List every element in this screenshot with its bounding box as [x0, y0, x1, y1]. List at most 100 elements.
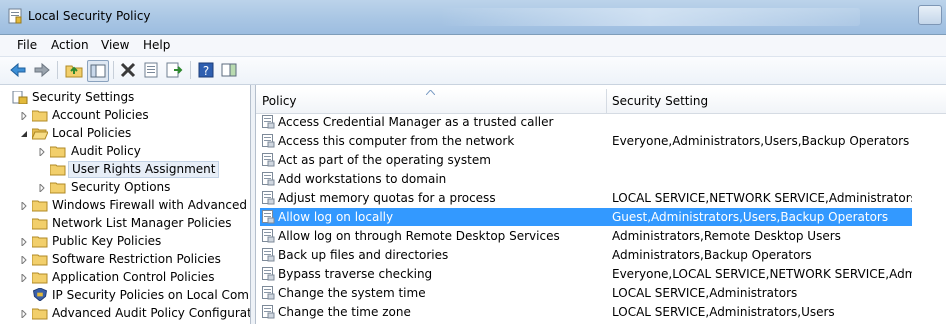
- chevron-right-icon[interactable]: [20, 256, 28, 264]
- policy-item-icon: [262, 267, 275, 281]
- chevron-right-icon[interactable]: [38, 148, 46, 156]
- security-setting: Guest,Administrators,Users,Backup Operat…: [612, 210, 889, 224]
- tree-label: Application Control Policies: [52, 270, 215, 284]
- open-folder-icon: [32, 128, 48, 140]
- delete-icon[interactable]: [118, 60, 138, 80]
- column-header-security-setting[interactable]: Security Setting: [612, 94, 708, 108]
- table-row[interactable]: Access this computer from the network Eve…: [260, 132, 912, 150]
- security-setting: Administrators,Remote Desktop Users: [612, 229, 841, 243]
- chevron-right-icon[interactable]: [20, 202, 28, 210]
- help-icon[interactable]: ?: [196, 60, 216, 80]
- folder-icon: [32, 308, 48, 320]
- table-row[interactable]: Bypass traverse checking Everyone,LOCAL S…: [260, 265, 912, 283]
- menu-view[interactable]: View: [101, 38, 129, 52]
- folder-icon: [32, 236, 48, 248]
- tree-label: Local Policies: [52, 126, 132, 140]
- policy-item-icon: [262, 172, 275, 186]
- table-row[interactable]: Change the time zone LOCAL SERVICE,Admini…: [260, 303, 912, 321]
- chevron-right-icon[interactable]: [20, 274, 28, 282]
- policy-item-icon: [262, 286, 275, 300]
- folder-icon: [50, 146, 66, 158]
- policy-name: Access Credential Manager as a trusted c…: [278, 115, 554, 129]
- minimize-button[interactable]: [918, 5, 942, 25]
- column-header-policy[interactable]: Policy: [262, 94, 297, 108]
- table-row[interactable]: Allow log on locally Guest,Administrators…: [260, 208, 912, 226]
- policy-item-icon: [262, 305, 275, 319]
- policy-item-icon: [262, 153, 275, 167]
- table-row[interactable]: Allow log on through Remote Desktop Serv…: [260, 227, 912, 245]
- policy-name: Change the system time: [278, 286, 426, 300]
- menu-action[interactable]: Action: [51, 38, 89, 52]
- tree-label: Audit Policy: [71, 144, 141, 158]
- security-settings-icon: [12, 91, 28, 104]
- toolbar: ?: [0, 57, 946, 85]
- tree-label: Windows Firewall with Advanced Secu: [52, 198, 250, 212]
- policy-item-icon: [262, 134, 275, 148]
- folder-icon: [50, 182, 66, 194]
- toolbar-separator: [57, 61, 58, 79]
- table-row[interactable]: Add workstations to domain: [260, 170, 912, 188]
- console-tree: Security Settings Account Policies Local…: [0, 85, 251, 324]
- policy-name: Back up files and directories: [278, 248, 449, 262]
- up-folder-icon[interactable]: [64, 60, 84, 80]
- security-setting: LOCAL SERVICE,Administrators,Users: [612, 305, 835, 319]
- ip-security-shield-icon: [32, 288, 48, 301]
- menu-help[interactable]: Help: [143, 38, 170, 52]
- folder-icon: [50, 164, 66, 176]
- chevron-expanded-icon[interactable]: [20, 130, 28, 138]
- policy-item-icon: [262, 210, 275, 224]
- folder-icon: [32, 254, 48, 266]
- show-pane-icon[interactable]: [219, 60, 239, 80]
- tree-label: Network List Manager Policies: [52, 216, 232, 230]
- chevron-right-icon[interactable]: [20, 310, 28, 318]
- properties-icon[interactable]: [141, 60, 161, 80]
- security-setting: LOCAL SERVICE,NETWORK SERVICE,Administra…: [612, 191, 912, 205]
- security-policy-app-icon: [8, 8, 22, 24]
- security-setting: LOCAL SERVICE,Administrators: [612, 286, 798, 300]
- security-setting: Everyone,Administrators,Users,Backup Ope…: [612, 134, 910, 148]
- chevron-right-icon[interactable]: [20, 238, 28, 246]
- policy-name: Adjust memory quotas for a process: [278, 191, 496, 205]
- policy-name: Add workstations to domain: [278, 172, 447, 186]
- menu-bar: File Action View Help: [0, 35, 946, 57]
- policy-name: Allow log on through Remote Desktop Serv…: [278, 229, 560, 243]
- show-hide-tree-icon[interactable]: [87, 60, 109, 82]
- tree-label: Security Settings: [32, 90, 135, 104]
- column-divider[interactable]: [606, 89, 607, 113]
- sort-ascending-icon: [426, 90, 435, 95]
- export-list-icon[interactable]: [164, 60, 184, 80]
- folder-icon: [32, 200, 48, 212]
- folder-icon: [32, 272, 48, 284]
- menu-file[interactable]: File: [17, 38, 37, 52]
- folder-icon: [32, 110, 48, 122]
- title-bar: Local Security Policy: [0, 0, 946, 35]
- policy-name: Access this computer from the network: [278, 134, 515, 148]
- svg-text:?: ?: [203, 64, 209, 78]
- policy-name: Act as part of the operating system: [278, 153, 491, 167]
- forward-arrow-icon[interactable]: [32, 60, 52, 80]
- tree-label: Account Policies: [52, 108, 149, 122]
- list-header: Policy Security Setting: [256, 89, 946, 114]
- policy-list: Policy Security Setting Access Credentia…: [256, 85, 946, 324]
- policy-name: Change the time zone: [278, 305, 411, 319]
- window-title: Local Security Policy: [28, 9, 151, 23]
- folder-icon: [32, 218, 48, 230]
- policy-item-icon: [262, 115, 275, 129]
- tree-label: Public Key Policies: [52, 234, 162, 248]
- table-row[interactable]: Act as part of the operating system: [260, 151, 912, 169]
- policy-name: Allow log on locally: [278, 210, 394, 224]
- toolbar-separator: [113, 61, 114, 79]
- security-setting: Administrators,Backup Operators: [612, 248, 812, 262]
- table-row[interactable]: Change the system time LOCAL SERVICE,Admi…: [260, 284, 912, 302]
- table-row[interactable]: Adjust memory quotas for a process LOCAL …: [260, 189, 912, 207]
- back-arrow-icon[interactable]: [8, 60, 28, 80]
- chevron-right-icon[interactable]: [20, 112, 28, 120]
- tree-label: User Rights Assignment: [68, 161, 220, 178]
- policy-item-icon: [262, 229, 275, 243]
- policy-item-icon: [262, 248, 275, 262]
- table-row[interactable]: Back up files and directories Administrat…: [260, 246, 912, 264]
- tree-label: Security Options: [71, 180, 171, 194]
- chevron-right-icon[interactable]: [38, 184, 46, 192]
- table-row[interactable]: Access Credential Manager as a trusted c…: [260, 113, 912, 131]
- tree-label: Advanced Audit Policy Configuration: [52, 306, 251, 320]
